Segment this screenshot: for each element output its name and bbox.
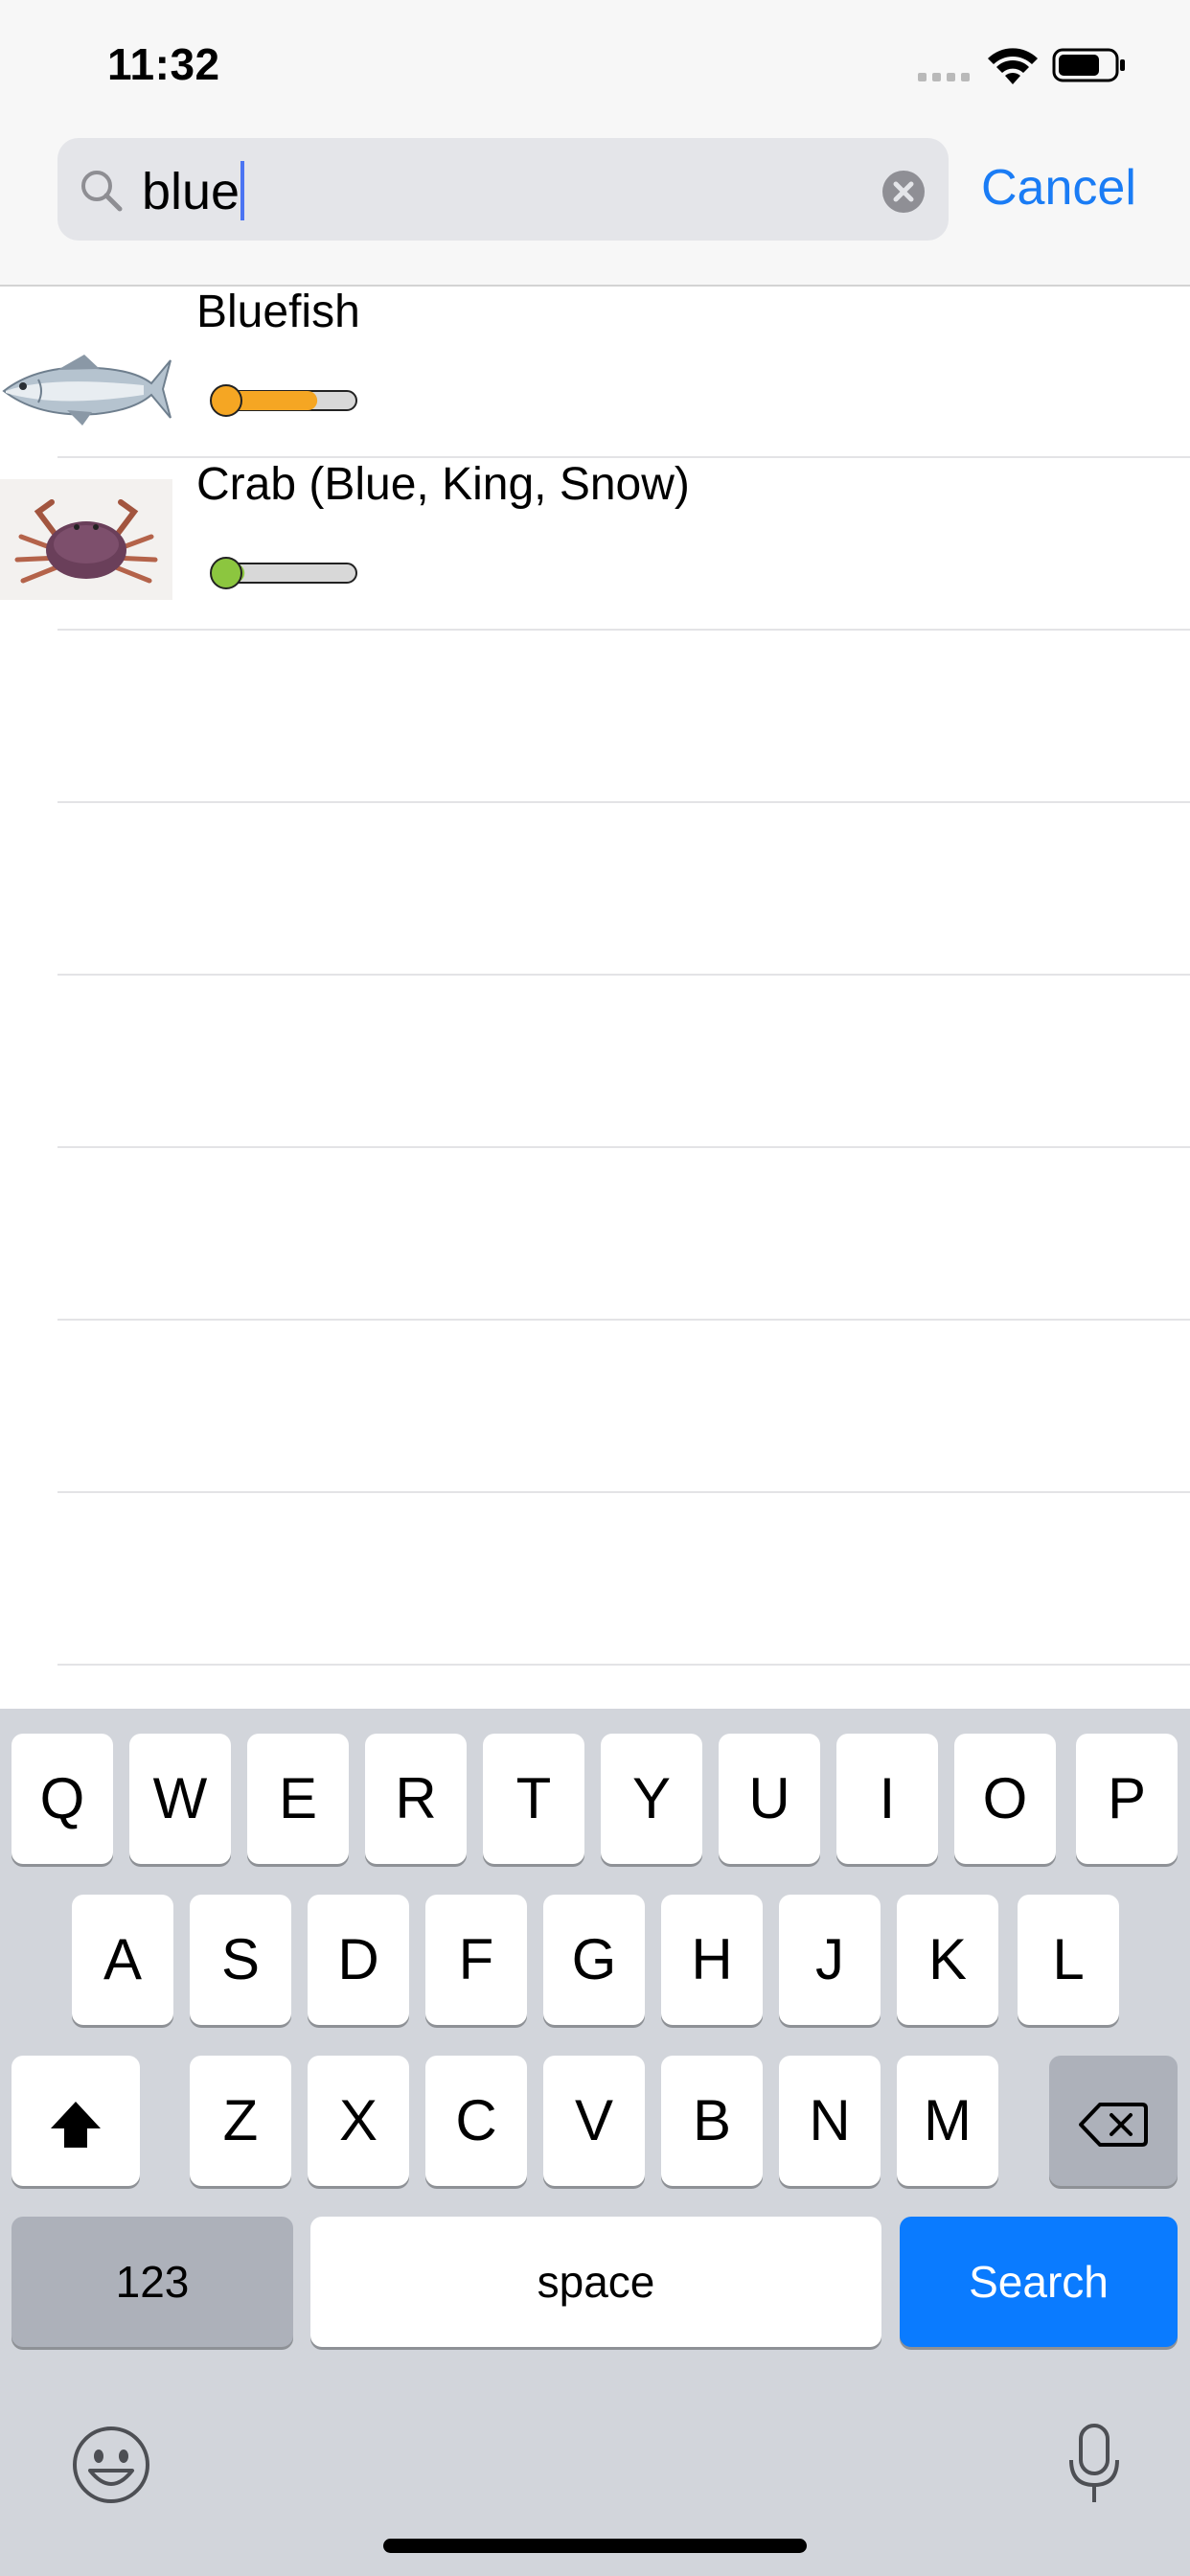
key-p[interactable]: P <box>1076 1734 1178 1864</box>
search-key[interactable]: Search <box>900 2217 1178 2347</box>
cancel-button[interactable]: Cancel <box>981 159 1136 217</box>
key-c[interactable]: C <box>425 2056 527 2186</box>
row-separator <box>57 1146 1190 1148</box>
key-b[interactable]: B <box>661 2056 763 2186</box>
cellular-signal-icon <box>918 73 972 82</box>
key-a[interactable]: A <box>72 1895 173 2025</box>
delete-key[interactable] <box>1049 2056 1178 2186</box>
status-bar: 11:32 <box>0 0 1190 134</box>
shift-key[interactable] <box>11 2056 140 2186</box>
search-field[interactable]: blue <box>57 138 949 241</box>
key-z[interactable]: Z <box>190 2056 291 2186</box>
key-u[interactable]: U <box>719 1734 820 1864</box>
emoji-icon[interactable] <box>71 2425 151 2505</box>
row-separator <box>57 801 1190 803</box>
key-v[interactable]: V <box>543 2056 645 2186</box>
key-n[interactable]: N <box>779 2056 881 2186</box>
row-separator <box>57 1319 1190 1321</box>
level-meter-bulb <box>210 557 242 589</box>
level-meter-bulb <box>210 384 242 417</box>
delete-icon <box>1079 2103 1148 2148</box>
list-item[interactable]: Bluefish <box>0 286 1190 458</box>
microphone-icon[interactable] <box>1067 2422 1121 2506</box>
key-d[interactable]: D <box>308 1895 409 2025</box>
key-e[interactable]: E <box>247 1734 349 1864</box>
result-name: Crab (Blue, King, Snow) <box>196 459 690 510</box>
home-indicator <box>383 2539 807 2553</box>
key-h[interactable]: H <box>661 1895 763 2025</box>
key-t[interactable]: T <box>483 1734 584 1864</box>
wifi-icon <box>988 48 1038 84</box>
row-separator <box>57 1664 1190 1666</box>
row-separator <box>57 974 1190 976</box>
row-separator <box>57 1491 1190 1493</box>
key-s[interactable]: S <box>190 1895 291 2025</box>
level-meter <box>210 384 357 417</box>
battery-icon <box>1052 48 1125 82</box>
key-l[interactable]: L <box>1018 1895 1119 2025</box>
key-q[interactable]: Q <box>11 1734 113 1864</box>
level-meter <box>210 557 357 589</box>
key-m[interactable]: M <box>897 2056 998 2186</box>
clear-search-button[interactable] <box>882 171 925 213</box>
search-query-text: blue <box>142 163 240 220</box>
bluefish-thumbnail <box>2 355 172 426</box>
shift-icon <box>51 2102 101 2149</box>
crab-thumbnail <box>0 479 172 600</box>
keyboard: Q W E R T Y U I O P A S D F G H J K L Z … <box>0 1709 1190 2576</box>
space-key[interactable]: space <box>310 2217 881 2347</box>
status-time: 11:32 <box>107 39 220 89</box>
search-icon <box>81 171 123 212</box>
key-w[interactable]: W <box>129 1734 231 1864</box>
key-x[interactable]: X <box>308 2056 409 2186</box>
search-header: blue Cancel <box>0 134 1190 287</box>
key-y[interactable]: Y <box>601 1734 702 1864</box>
result-name: Bluefish <box>196 287 360 337</box>
key-g[interactable]: G <box>543 1895 645 2025</box>
text-caret <box>240 161 245 220</box>
key-j[interactable]: J <box>779 1895 881 2025</box>
key-f[interactable]: F <box>425 1895 527 2025</box>
numbers-key[interactable]: 123 <box>11 2217 293 2347</box>
list-item[interactable]: Crab (Blue, King, Snow) <box>0 458 1190 631</box>
clear-icon <box>893 181 914 202</box>
key-r[interactable]: R <box>365 1734 467 1864</box>
key-o[interactable]: O <box>954 1734 1056 1864</box>
key-i[interactable]: I <box>836 1734 938 1864</box>
key-k[interactable]: K <box>897 1895 998 2025</box>
row-separator <box>57 629 1190 631</box>
search-input[interactable]: blue <box>142 161 245 221</box>
